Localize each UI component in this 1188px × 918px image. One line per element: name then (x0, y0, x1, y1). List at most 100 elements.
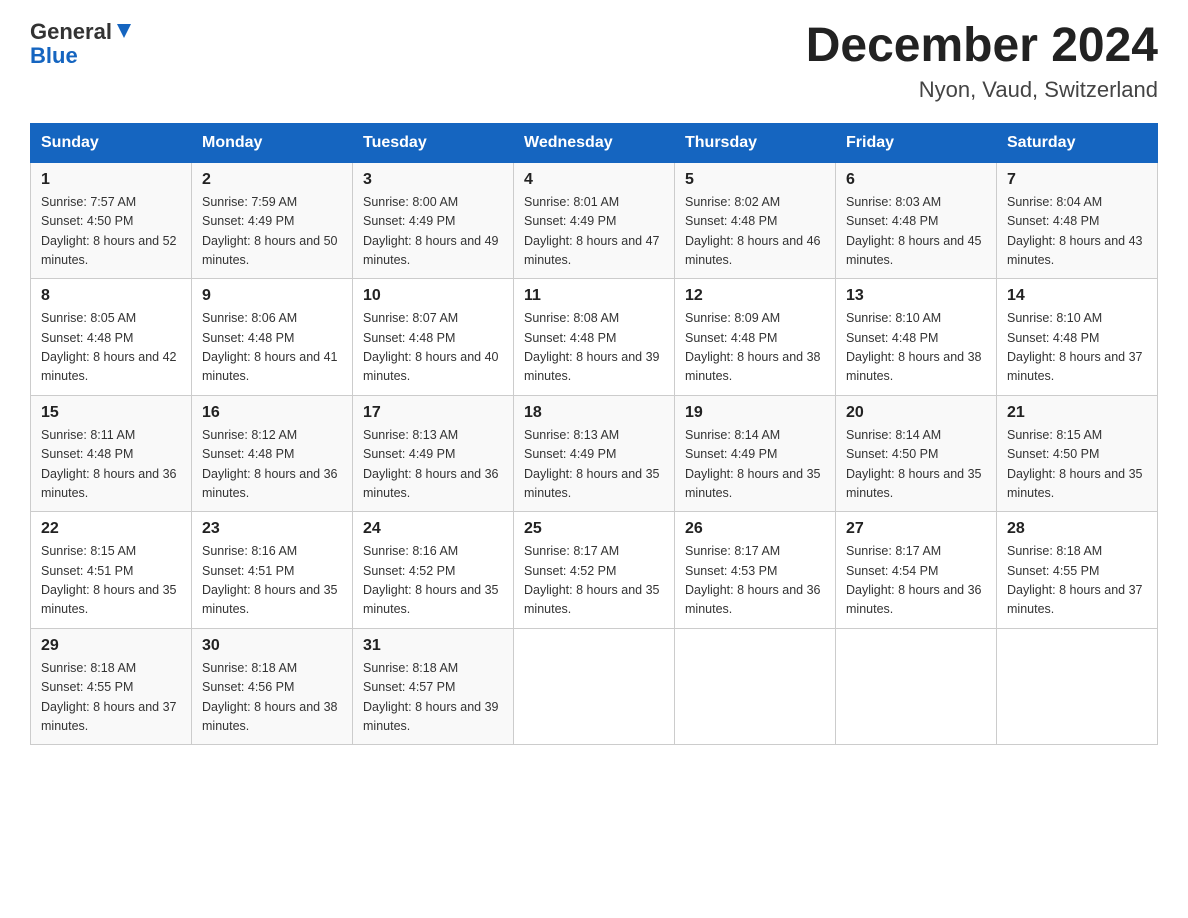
day-info: Sunrise: 8:10 AMSunset: 4:48 PMDaylight:… (846, 309, 986, 387)
day-number: 16 (202, 404, 342, 422)
day-info: Sunrise: 8:14 AMSunset: 4:49 PMDaylight:… (685, 426, 825, 504)
calendar-week-row: 22 Sunrise: 8:15 AMSunset: 4:51 PMDayligh… (31, 512, 1158, 629)
day-info: Sunrise: 8:17 AMSunset: 4:53 PMDaylight:… (685, 542, 825, 620)
day-info: Sunrise: 8:15 AMSunset: 4:50 PMDaylight:… (1007, 426, 1147, 504)
day-info: Sunrise: 8:06 AMSunset: 4:48 PMDaylight:… (202, 309, 342, 387)
day-number: 22 (41, 520, 181, 538)
calendar-cell: 23 Sunrise: 8:16 AMSunset: 4:51 PMDayligh… (192, 512, 353, 629)
calendar-cell (514, 628, 675, 745)
col-thursday: Thursday (675, 123, 836, 162)
calendar-cell: 18 Sunrise: 8:13 AMSunset: 4:49 PMDayligh… (514, 395, 675, 512)
calendar-cell: 12 Sunrise: 8:09 AMSunset: 4:48 PMDayligh… (675, 279, 836, 396)
calendar-cell: 22 Sunrise: 8:15 AMSunset: 4:51 PMDayligh… (31, 512, 192, 629)
day-number: 18 (524, 404, 664, 422)
day-number: 6 (846, 171, 986, 189)
page-header: General Blue December 2024 Nyon, Vaud, S… (30, 20, 1158, 103)
day-number: 20 (846, 404, 986, 422)
calendar-cell: 19 Sunrise: 8:14 AMSunset: 4:49 PMDayligh… (675, 395, 836, 512)
day-number: 14 (1007, 287, 1147, 305)
calendar-cell: 25 Sunrise: 8:17 AMSunset: 4:52 PMDayligh… (514, 512, 675, 629)
day-number: 25 (524, 520, 664, 538)
title-section: December 2024 Nyon, Vaud, Switzerland (806, 20, 1158, 103)
day-info: Sunrise: 8:13 AMSunset: 4:49 PMDaylight:… (524, 426, 664, 504)
day-number: 29 (41, 637, 181, 655)
day-info: Sunrise: 8:18 AMSunset: 4:55 PMDaylight:… (1007, 542, 1147, 620)
day-info: Sunrise: 8:14 AMSunset: 4:50 PMDaylight:… (846, 426, 986, 504)
day-info: Sunrise: 7:57 AMSunset: 4:50 PMDaylight:… (41, 193, 181, 271)
col-saturday: Saturday (997, 123, 1158, 162)
day-number: 30 (202, 637, 342, 655)
day-number: 1 (41, 171, 181, 189)
day-info: Sunrise: 8:10 AMSunset: 4:48 PMDaylight:… (1007, 309, 1147, 387)
calendar-cell: 24 Sunrise: 8:16 AMSunset: 4:52 PMDayligh… (353, 512, 514, 629)
logo: General Blue (30, 20, 135, 68)
day-info: Sunrise: 7:59 AMSunset: 4:49 PMDaylight:… (202, 193, 342, 271)
day-info: Sunrise: 8:15 AMSunset: 4:51 PMDaylight:… (41, 542, 181, 620)
day-number: 31 (363, 637, 503, 655)
col-friday: Friday (836, 123, 997, 162)
day-info: Sunrise: 8:08 AMSunset: 4:48 PMDaylight:… (524, 309, 664, 387)
day-number: 5 (685, 171, 825, 189)
day-info: Sunrise: 8:07 AMSunset: 4:48 PMDaylight:… (363, 309, 503, 387)
day-info: Sunrise: 8:16 AMSunset: 4:52 PMDaylight:… (363, 542, 503, 620)
calendar-cell: 15Sunrise: 8:11 AMSunset: 4:48 PMDayligh… (31, 395, 192, 512)
day-number: 28 (1007, 520, 1147, 538)
calendar-cell: 29 Sunrise: 8:18 AMSunset: 4:55 PMDayligh… (31, 628, 192, 745)
calendar-cell: 9 Sunrise: 8:06 AMSunset: 4:48 PMDaylight… (192, 279, 353, 396)
calendar-table: Sunday Monday Tuesday Wednesday Thursday… (30, 123, 1158, 746)
day-number: 8 (41, 287, 181, 305)
calendar-cell: 21 Sunrise: 8:15 AMSunset: 4:50 PMDayligh… (997, 395, 1158, 512)
logo-general-text: General (30, 20, 112, 44)
day-info: Sunrise: 8:16 AMSunset: 4:51 PMDaylight:… (202, 542, 342, 620)
day-number: 21 (1007, 404, 1147, 422)
day-number: 12 (685, 287, 825, 305)
calendar-cell (836, 628, 997, 745)
day-number: 17 (363, 404, 503, 422)
logo-blue-text: Blue (30, 43, 78, 68)
col-tuesday: Tuesday (353, 123, 514, 162)
month-title: December 2024 (806, 20, 1158, 73)
calendar-cell (997, 628, 1158, 745)
calendar-cell: 8 Sunrise: 8:05 AMSunset: 4:48 PMDaylight… (31, 279, 192, 396)
day-info: Sunrise: 8:03 AMSunset: 4:48 PMDaylight:… (846, 193, 986, 271)
day-number: 23 (202, 520, 342, 538)
day-info: Sunrise: 8:00 AMSunset: 4:49 PMDaylight:… (363, 193, 503, 271)
day-info: Sunrise: 8:13 AMSunset: 4:49 PMDaylight:… (363, 426, 503, 504)
calendar-cell: 7Sunrise: 8:04 AMSunset: 4:48 PMDaylight… (997, 162, 1158, 279)
logo-triangle-icon (113, 20, 135, 42)
calendar-cell: 20 Sunrise: 8:14 AMSunset: 4:50 PMDayligh… (836, 395, 997, 512)
calendar-cell: 1 Sunrise: 7:57 AMSunset: 4:50 PMDaylight… (31, 162, 192, 279)
day-number: 15 (41, 404, 181, 422)
calendar-cell: 27 Sunrise: 8:17 AMSunset: 4:54 PMDayligh… (836, 512, 997, 629)
day-number: 7 (1007, 171, 1147, 189)
calendar-cell: 6 Sunrise: 8:03 AMSunset: 4:48 PMDaylight… (836, 162, 997, 279)
col-monday: Monday (192, 123, 353, 162)
day-info: Sunrise: 8:18 AMSunset: 4:57 PMDaylight:… (363, 659, 503, 737)
day-number: 13 (846, 287, 986, 305)
day-info: Sunrise: 8:18 AMSunset: 4:55 PMDaylight:… (41, 659, 181, 737)
day-number: 26 (685, 520, 825, 538)
calendar-cell: 4Sunrise: 8:01 AMSunset: 4:49 PMDaylight… (514, 162, 675, 279)
day-number: 24 (363, 520, 503, 538)
calendar-week-row: 1 Sunrise: 7:57 AMSunset: 4:50 PMDaylight… (31, 162, 1158, 279)
day-info: Sunrise: 8:17 AMSunset: 4:54 PMDaylight:… (846, 542, 986, 620)
calendar-week-row: 29 Sunrise: 8:18 AMSunset: 4:55 PMDayligh… (31, 628, 1158, 745)
day-info: Sunrise: 8:17 AMSunset: 4:52 PMDaylight:… (524, 542, 664, 620)
calendar-cell: 14 Sunrise: 8:10 AMSunset: 4:48 PMDayligh… (997, 279, 1158, 396)
day-info: Sunrise: 8:09 AMSunset: 4:48 PMDaylight:… (685, 309, 825, 387)
day-number: 3 (363, 171, 503, 189)
calendar-cell: 16Sunrise: 8:12 AMSunset: 4:48 PMDayligh… (192, 395, 353, 512)
col-sunday: Sunday (31, 123, 192, 162)
calendar-cell: 28 Sunrise: 8:18 AMSunset: 4:55 PMDayligh… (997, 512, 1158, 629)
day-number: 19 (685, 404, 825, 422)
calendar-cell: 26 Sunrise: 8:17 AMSunset: 4:53 PMDayligh… (675, 512, 836, 629)
day-number: 27 (846, 520, 986, 538)
day-number: 11 (524, 287, 664, 305)
calendar-header-row: Sunday Monday Tuesday Wednesday Thursday… (31, 123, 1158, 162)
calendar-cell: 10Sunrise: 8:07 AMSunset: 4:48 PMDayligh… (353, 279, 514, 396)
calendar-cell: 13 Sunrise: 8:10 AMSunset: 4:48 PMDayligh… (836, 279, 997, 396)
calendar-cell: 2Sunrise: 7:59 AMSunset: 4:49 PMDaylight… (192, 162, 353, 279)
calendar-cell (675, 628, 836, 745)
day-info: Sunrise: 8:05 AMSunset: 4:48 PMDaylight:… (41, 309, 181, 387)
day-number: 9 (202, 287, 342, 305)
